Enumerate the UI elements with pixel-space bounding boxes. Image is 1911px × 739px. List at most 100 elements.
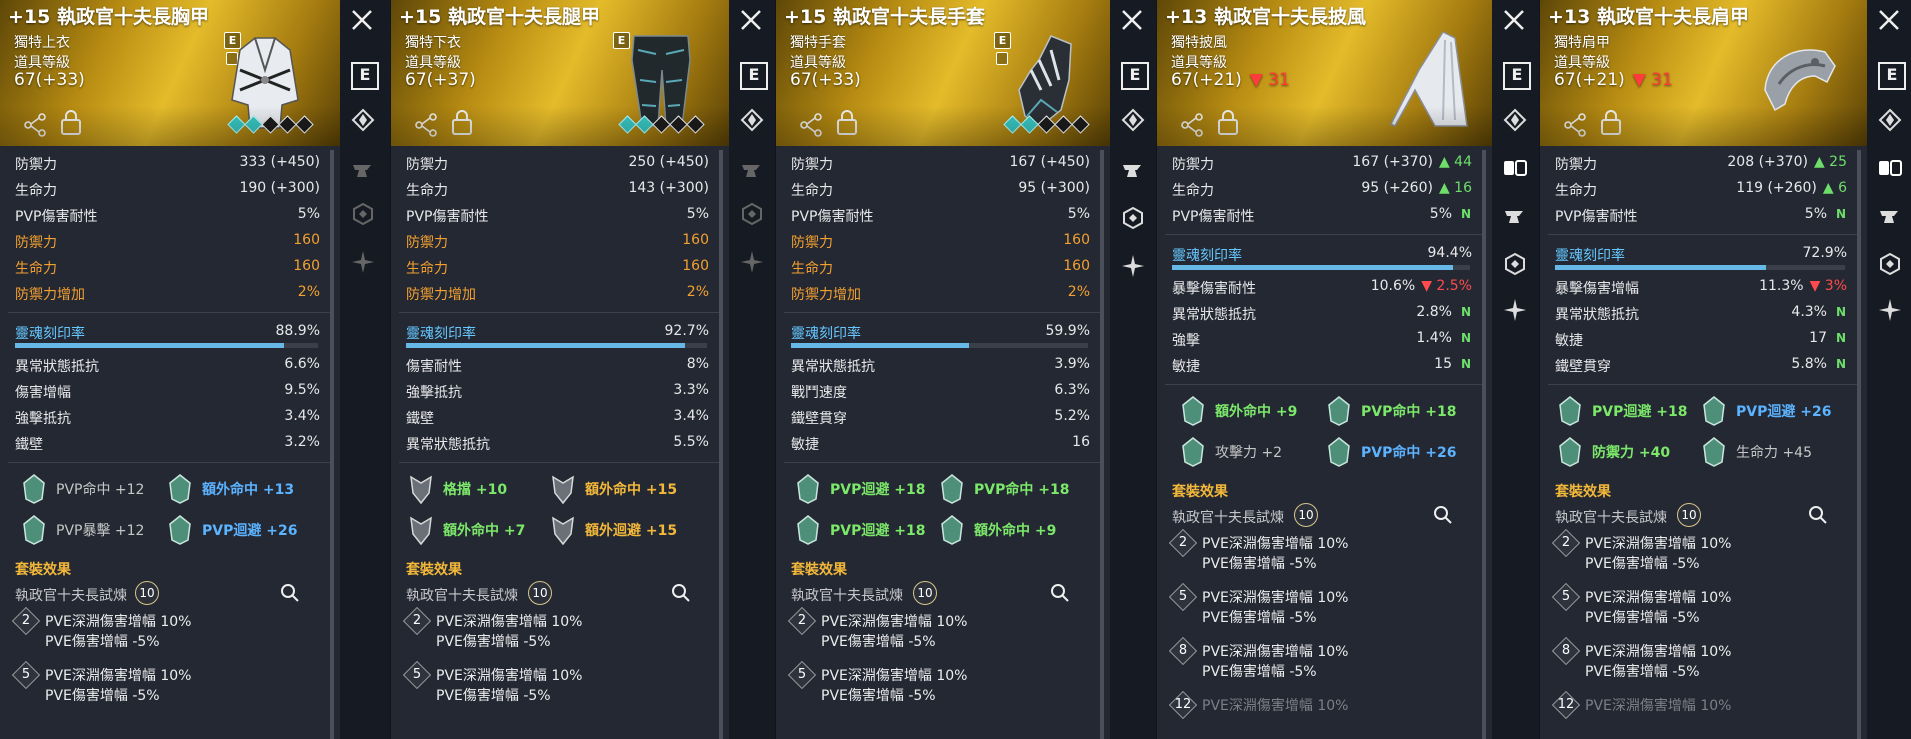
- close-icon[interactable]: [1877, 8, 1901, 32]
- close-icon[interactable]: [1120, 8, 1144, 32]
- e-toolbar-icon[interactable]: E: [1878, 62, 1906, 90]
- level-decrease: ▼ 31: [1632, 70, 1673, 90]
- rune-icon: [1182, 437, 1204, 467]
- soul-engrave-bar: [15, 343, 318, 348]
- upgrade-icon[interactable]: [1503, 108, 1527, 132]
- scrollbar[interactable]: [1857, 150, 1861, 739]
- close-icon[interactable]: [739, 8, 763, 32]
- star-burst-icon[interactable]: [1503, 298, 1527, 322]
- gem-icon: [1020, 115, 1039, 134]
- soul-bar-fill: [1555, 265, 1767, 270]
- socket-icon[interactable]: [1503, 252, 1527, 276]
- bonus-stat-row: 生命力 160: [406, 258, 709, 277]
- share-icon[interactable]: [1562, 112, 1588, 138]
- divider: [784, 462, 1102, 463]
- soul-bar-fill: [791, 343, 969, 348]
- side-toolbar: E: [1492, 0, 1539, 739]
- rune-icon: [169, 474, 191, 504]
- set-tier: 5 PVE深淵傷害增幅 10% PVE傷害增幅 -5%: [0, 660, 340, 717]
- stat-row: 異常狀態抵抗 4.3% N: [1555, 304, 1847, 323]
- gem-icon: [635, 115, 654, 134]
- lock-icon[interactable]: [836, 108, 858, 136]
- share-icon[interactable]: [22, 112, 48, 138]
- soul-engrave-bar: [406, 343, 707, 348]
- search-icon[interactable]: [1808, 505, 1828, 525]
- lock-icon[interactable]: [451, 108, 473, 136]
- anvil-icon[interactable]: [1121, 158, 1145, 182]
- item-type: 獨特下衣: [405, 35, 461, 51]
- compare-icon[interactable]: [1503, 156, 1527, 180]
- engravings: PVP迴避 +18 PVP命中 +18 PVP迴避 +18 額外命中 +9: [776, 469, 1110, 557]
- star-burst-icon[interactable]: [1878, 298, 1902, 322]
- leg-armor-icon: [631, 35, 691, 127]
- upgrade-icon[interactable]: [1878, 108, 1902, 132]
- item-title: +13 執政官十夫長肩甲: [1548, 6, 1749, 28]
- new-badge: N: [1460, 357, 1472, 371]
- item-header: +13 執政官十夫長披風 獨特披風 道具等級 67(+21) ▼ 31: [1157, 0, 1492, 146]
- star-burst-icon[interactable]: [351, 250, 375, 274]
- rune-icon: [1182, 396, 1204, 426]
- socket-icon[interactable]: [1878, 252, 1902, 276]
- search-icon[interactable]: [1433, 505, 1453, 525]
- star-burst-icon[interactable]: [1121, 254, 1145, 278]
- socket-icon[interactable]: [1121, 206, 1145, 230]
- set-effect-header: 套裝效果: [15, 562, 71, 578]
- upgrade-icon[interactable]: [1121, 108, 1145, 132]
- gem-icon: [295, 115, 314, 134]
- anvil-icon[interactable]: [1878, 204, 1902, 228]
- anvil-icon[interactable]: [351, 158, 375, 182]
- engraving: PVP迴避 +18: [792, 473, 925, 505]
- soul-engrave-bar: [791, 343, 1088, 348]
- stat-row: 異常狀態抵抗 2.8% N: [1172, 304, 1472, 323]
- upgrade-icon[interactable]: [351, 108, 375, 132]
- share-icon[interactable]: [798, 112, 824, 138]
- engraving: 格擋 +10: [405, 473, 507, 505]
- lock-icon[interactable]: [1217, 108, 1239, 136]
- socket-icon[interactable]: [351, 202, 375, 226]
- anvil-icon[interactable]: [1503, 204, 1527, 228]
- e-toolbar-icon[interactable]: E: [740, 62, 768, 90]
- set-tier: 5 PVE深淵傷害增幅 10% PVE傷害增幅 -5%: [1540, 582, 1867, 639]
- search-icon[interactable]: [280, 583, 300, 603]
- stat-row: PVP傷害耐性 5%: [406, 206, 709, 225]
- stats-section: 防禦力 167 (+370) ▲ 44 生命力 95 (+260) ▲ 16 PVP傷害…: [1157, 150, 1492, 739]
- scrollbar[interactable]: [719, 150, 723, 739]
- socket-icon[interactable]: [740, 202, 764, 226]
- upgrade-icon[interactable]: [740, 108, 764, 132]
- compare-icon[interactable]: [1878, 156, 1902, 180]
- item-grade-label: 道具等級: [405, 55, 461, 71]
- e-toolbar-icon[interactable]: E: [1503, 62, 1531, 90]
- search-icon[interactable]: [671, 583, 691, 603]
- bonus-stat-row: 防禦力增加 2%: [406, 284, 709, 303]
- stat-row: 強擊抵抗 3.4%: [15, 408, 320, 427]
- set-tier: 5 PVE深淵傷害增幅 10% PVE傷害增幅 -5%: [776, 660, 1110, 717]
- engraving: PVP迴避 +18: [1554, 395, 1687, 427]
- star-burst-icon[interactable]: [740, 250, 764, 274]
- item-tooltip: +15 執政官十夫長胸甲 獨特上衣 道具等級 67(+33) E 防禦力 333…: [0, 0, 340, 739]
- search-icon[interactable]: [1050, 583, 1070, 603]
- share-icon[interactable]: [413, 112, 439, 138]
- soul-engrave-row: 靈魂刻印率 59.9%: [791, 323, 1090, 342]
- tooltip-panel-cloak: +13 執政官十夫長披風 獨特披風 道具等級 67(+21) ▼ 31 防禦力 16…: [1157, 0, 1539, 739]
- scrollbar[interactable]: [1100, 150, 1104, 739]
- engraving: 攻擊力 +2: [1177, 436, 1282, 468]
- scrollbar[interactable]: [330, 150, 334, 739]
- lock-icon[interactable]: [1600, 108, 1622, 136]
- anvil-icon[interactable]: [740, 158, 764, 182]
- engraving: 額外命中 +13: [164, 473, 294, 505]
- set-tier: 5 PVE深淵傷害增幅 10% PVE傷害增幅 -5%: [1157, 582, 1492, 639]
- new-badge: N: [1835, 305, 1847, 319]
- engraving: PVP迴避 +26: [164, 514, 297, 546]
- e-toolbar-icon[interactable]: E: [351, 62, 379, 90]
- rune-icon: [1559, 396, 1581, 426]
- engravings: PVP命中 +12 額外命中 +13 PVP暴擊 +12 PVP迴避 +26: [0, 469, 340, 557]
- set-name-row: 執政官十夫長試煉 10: [1157, 503, 1492, 531]
- scrollbar[interactable]: [1482, 150, 1486, 739]
- close-icon[interactable]: [350, 8, 374, 32]
- e-toolbar-icon[interactable]: E: [1121, 62, 1149, 90]
- tooltip-panel-chest: +15 執政官十夫長胸甲 獨特上衣 道具等級 67(+33) E 防禦力 333…: [0, 0, 390, 739]
- share-icon[interactable]: [1179, 112, 1205, 138]
- close-icon[interactable]: [1502, 8, 1526, 32]
- bonus-stat-row: 防禦力增加 2%: [791, 284, 1090, 303]
- lock-icon[interactable]: [60, 108, 82, 136]
